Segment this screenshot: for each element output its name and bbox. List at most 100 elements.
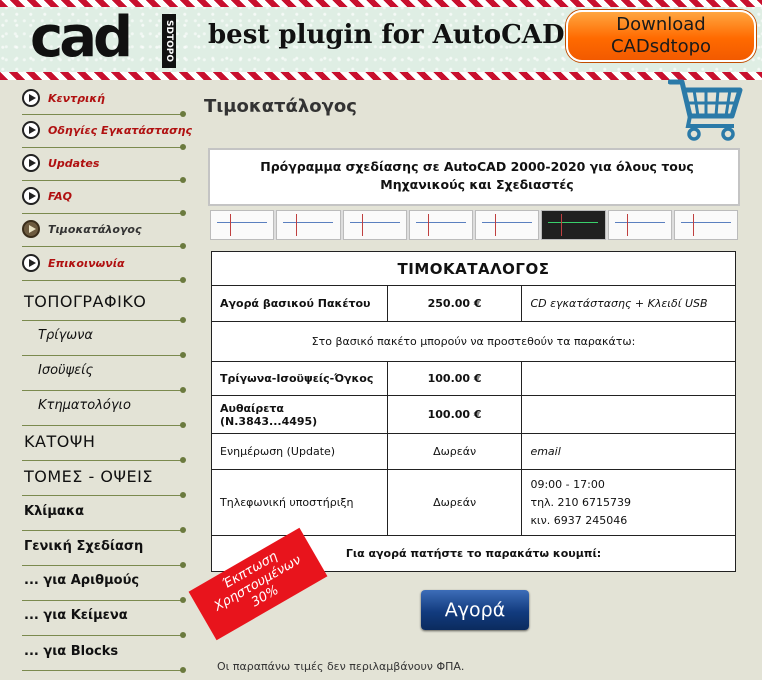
divider bbox=[22, 597, 186, 603]
divider bbox=[22, 144, 186, 150]
sidebar-item-contact[interactable]: Επικοινωνία bbox=[22, 250, 188, 276]
sidebar-item-label: Κεντρική bbox=[48, 91, 105, 105]
sidebar-menu-keimena[interactable]: ... για Κείμενα bbox=[24, 608, 128, 623]
divider bbox=[22, 277, 186, 283]
buy-button[interactable]: Αγορά bbox=[421, 590, 529, 630]
play-bullet-icon bbox=[22, 187, 40, 205]
screenshot-thumbnail bbox=[342, 210, 407, 240]
divider bbox=[22, 562, 186, 568]
screenshot-thumbnail bbox=[541, 210, 606, 240]
decorative-stripe-bottom bbox=[0, 72, 762, 80]
support-details: 09:00 - 17:00 τηλ. 210 6715739 κιν. 6937… bbox=[521, 469, 736, 536]
item-note: email bbox=[521, 433, 736, 470]
screenshot-thumbnail bbox=[475, 210, 540, 240]
divider bbox=[22, 667, 186, 673]
discount-badge-label: Έκπτωση Χρηστουμένων 30% bbox=[188, 527, 328, 641]
screenshot-thumbnail bbox=[673, 210, 738, 240]
item-name: Τρίγωνα-Ισοϋψείς-Όγκος bbox=[211, 361, 388, 396]
screenshot-thumbnail bbox=[607, 210, 672, 240]
intro-text-box: Πρόγραμμα σχεδίασης σε AutoCAD 2000-2020… bbox=[208, 148, 740, 206]
sidebar-item-updates[interactable]: Updates bbox=[22, 150, 188, 176]
support-hours: 09:00 - 17:00 bbox=[530, 477, 605, 491]
item-note bbox=[521, 361, 736, 396]
sidebar-item-label: Τιμοκατάλογος bbox=[48, 222, 142, 236]
item-name: Ενημέρωση (Update) bbox=[211, 433, 388, 470]
sidebar-menu-blocks[interactable]: ... για Blocks bbox=[24, 644, 118, 659]
divider bbox=[22, 457, 186, 463]
play-bullet-icon bbox=[22, 89, 40, 107]
sidebar-menu-ktimatologio[interactable]: Κτηματολόγιο bbox=[38, 398, 131, 413]
screenshot-thumbnail bbox=[408, 210, 473, 240]
support-mobile: κιν. 6937 245046 bbox=[530, 513, 628, 527]
item-name: Αυθαίρετα (Ν.3843...4495) bbox=[211, 395, 388, 434]
sidebar-item-faq[interactable]: FAQ bbox=[22, 183, 188, 209]
table-row: Τηλεφωνική υποστήριξη Δωρεάν 09:00 - 17:… bbox=[211, 469, 736, 536]
sidebar-item-home[interactable]: Κεντρική bbox=[22, 85, 188, 111]
sidebar-menu-tomes-opseis[interactable]: ΤΟΜΕΣ - ΟΨΕΙΣ bbox=[24, 467, 153, 486]
item-name: Αγορά βασικού Πακέτου bbox=[211, 285, 388, 322]
screenshot-thumbnail bbox=[276, 210, 341, 240]
sidebar-menu-arithmoi[interactable]: ... για Αριθμούς bbox=[24, 573, 139, 588]
divider bbox=[22, 210, 186, 216]
vat-note: Οι παραπάνω τιμές δεν περιλαμβάνουν ΦΠΑ. bbox=[217, 660, 465, 673]
download-button[interactable]: Download CADsdtopo bbox=[566, 10, 756, 62]
divider bbox=[22, 492, 186, 498]
sidebar-item-installation[interactable]: Οδηγίες Εγκατάστασης bbox=[22, 117, 192, 143]
divider bbox=[22, 387, 186, 393]
sidebar-menu-geniki-sxediasi[interactable]: Γενική Σχεδίαση bbox=[24, 539, 143, 554]
item-name: Τηλεφωνική υποστήριξη bbox=[211, 469, 388, 536]
divider bbox=[22, 243, 186, 249]
site-header: cad SDTOPO best plugin for AutoCAD Downl… bbox=[0, 0, 762, 80]
table-row: Αγορά βασικού Πακέτου 250.00 € CD εγκατά… bbox=[211, 285, 736, 322]
sidebar-item-label: Οδηγίες Εγκατάστασης bbox=[48, 123, 193, 137]
item-note bbox=[521, 395, 736, 434]
divider bbox=[22, 317, 186, 323]
download-label-line1: Download bbox=[616, 14, 706, 35]
page-title: Τιμοκατάλογος bbox=[204, 96, 357, 117]
table-row: Τρίγωνα-Ισοϋψείς-Όγκος 100.00 € bbox=[211, 361, 736, 396]
divider bbox=[22, 352, 186, 358]
item-price: 250.00 € bbox=[386, 285, 523, 322]
sidebar-item-label: Updates bbox=[48, 156, 100, 170]
logo-text: cad bbox=[30, 5, 133, 70]
sidebar: Κεντρική Οδηγίες Εγκατάστασης Updates FA… bbox=[0, 80, 192, 680]
item-price: 100.00 € bbox=[386, 395, 523, 434]
sidebar-item-label: FAQ bbox=[48, 189, 72, 203]
sidebar-menu-trigona[interactable]: Τρίγωνα bbox=[38, 328, 93, 343]
divider bbox=[22, 422, 186, 428]
item-price: 100.00 € bbox=[386, 361, 523, 396]
item-price: Δωρεάν bbox=[386, 433, 523, 470]
intro-text: Πρόγραμμα σχεδίασης σε AutoCAD 2000-2020… bbox=[260, 159, 694, 192]
table-title: ΤΙΜΟΚΑΤΑΛΟΓΟΣ bbox=[211, 251, 736, 286]
sidebar-menu-katopsi[interactable]: ΚΑΤΟΨΗ bbox=[24, 432, 95, 451]
table-row: Αυθαίρετα (Ν.3843...4495) 100.00 € bbox=[211, 395, 736, 434]
sidebar-item-pricelist[interactable]: Τιμοκατάλογος bbox=[22, 216, 188, 242]
divider bbox=[22, 527, 186, 533]
download-label-line2: CADsdtopo bbox=[610, 36, 712, 57]
divider bbox=[22, 111, 186, 117]
site-logo[interactable]: cad SDTOPO bbox=[30, 6, 180, 70]
play-bullet-icon bbox=[22, 121, 40, 139]
play-bullet-icon bbox=[22, 220, 40, 238]
addons-note: Στο βασικό πακέτο μπορούν να προστεθούν … bbox=[211, 321, 736, 362]
item-note: CD εγκατάστασης + Κλειδί USB bbox=[521, 285, 736, 322]
sidebar-menu-klimaka[interactable]: Κλίμακα bbox=[24, 504, 84, 519]
screenshot-strip bbox=[210, 210, 738, 240]
item-price: Δωρεάν bbox=[386, 469, 523, 536]
table-row: Στο βασικό πακέτο μπορούν να προστεθούν … bbox=[211, 321, 736, 362]
play-bullet-icon bbox=[22, 154, 40, 172]
logo-subtext: SDTOPO bbox=[162, 14, 176, 68]
table-row: ΤΙΜΟΚΑΤΑΛΟΓΟΣ bbox=[211, 251, 736, 286]
screenshot-thumbnail bbox=[210, 210, 275, 240]
divider bbox=[22, 177, 186, 183]
play-bullet-icon bbox=[22, 254, 40, 272]
sidebar-menu-topografiko[interactable]: ΤΟΠΟΓΡΑΦΙΚΟ bbox=[24, 292, 146, 311]
discount-badge: Έκπτωση Χρηστουμένων 30% bbox=[188, 527, 328, 641]
shopping-cart-icon[interactable] bbox=[668, 76, 744, 142]
header-slogan: best plugin for AutoCAD bbox=[208, 20, 565, 50]
price-table: ΤΙΜΟΚΑΤΑΛΟΓΟΣ Αγορά βασικού Πακέτου 250.… bbox=[211, 251, 736, 572]
divider bbox=[22, 632, 186, 638]
table-row: Ενημέρωση (Update) Δωρεάν email bbox=[211, 433, 736, 470]
sidebar-menu-isoypseis[interactable]: Ισοϋψείς bbox=[38, 363, 93, 378]
support-phone: τηλ. 210 6715739 bbox=[530, 495, 632, 509]
